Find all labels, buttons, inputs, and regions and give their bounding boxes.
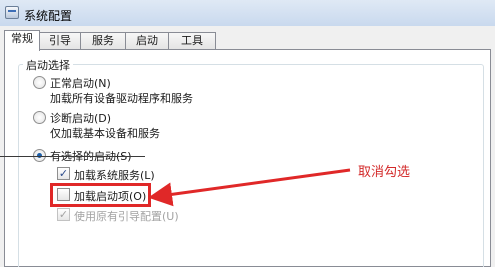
annotation-line xyxy=(0,156,145,157)
tab-boot[interactable]: 引导 xyxy=(39,32,81,50)
normal-startup-label[interactable]: 正常启动(N) xyxy=(50,75,111,91)
use-original-boot-config-checkbox: ✓ xyxy=(57,208,70,221)
annotation-label: 取消勾选 xyxy=(358,165,411,180)
diagnostic-startup-description: 仅加载基本设备和服务 xyxy=(50,127,160,140)
annotation-highlight-box xyxy=(50,183,151,207)
tab-tools[interactable]: 工具 xyxy=(168,32,216,50)
title-bar: 系统配置 xyxy=(0,0,495,26)
tab-startup[interactable]: 启动 xyxy=(125,32,169,50)
use-original-boot-config-label: 使用原有引导配置(U) xyxy=(74,210,179,223)
window-title: 系统配置 xyxy=(24,9,73,23)
load-system-services-label[interactable]: 加载系统服务(L) xyxy=(74,167,155,183)
group-title: 启动选择 xyxy=(23,57,73,73)
dialog-body: 常规 引导 服务 启动 工具 启动选择 xyxy=(0,26,495,267)
load-system-services-checkbox[interactable]: ✓ xyxy=(57,167,70,180)
normal-startup-description: 加载所有设备驱动程序和服务 xyxy=(50,92,193,105)
msconfig-icon xyxy=(5,6,19,19)
tab-general[interactable]: 常规 xyxy=(4,30,40,51)
diagnostic-startup-label[interactable]: 诊断启动(D) xyxy=(50,110,111,126)
diagnostic-startup-radio[interactable] xyxy=(33,111,46,124)
tab-services[interactable]: 服务 xyxy=(80,32,126,50)
normal-startup-radio[interactable] xyxy=(33,76,46,89)
